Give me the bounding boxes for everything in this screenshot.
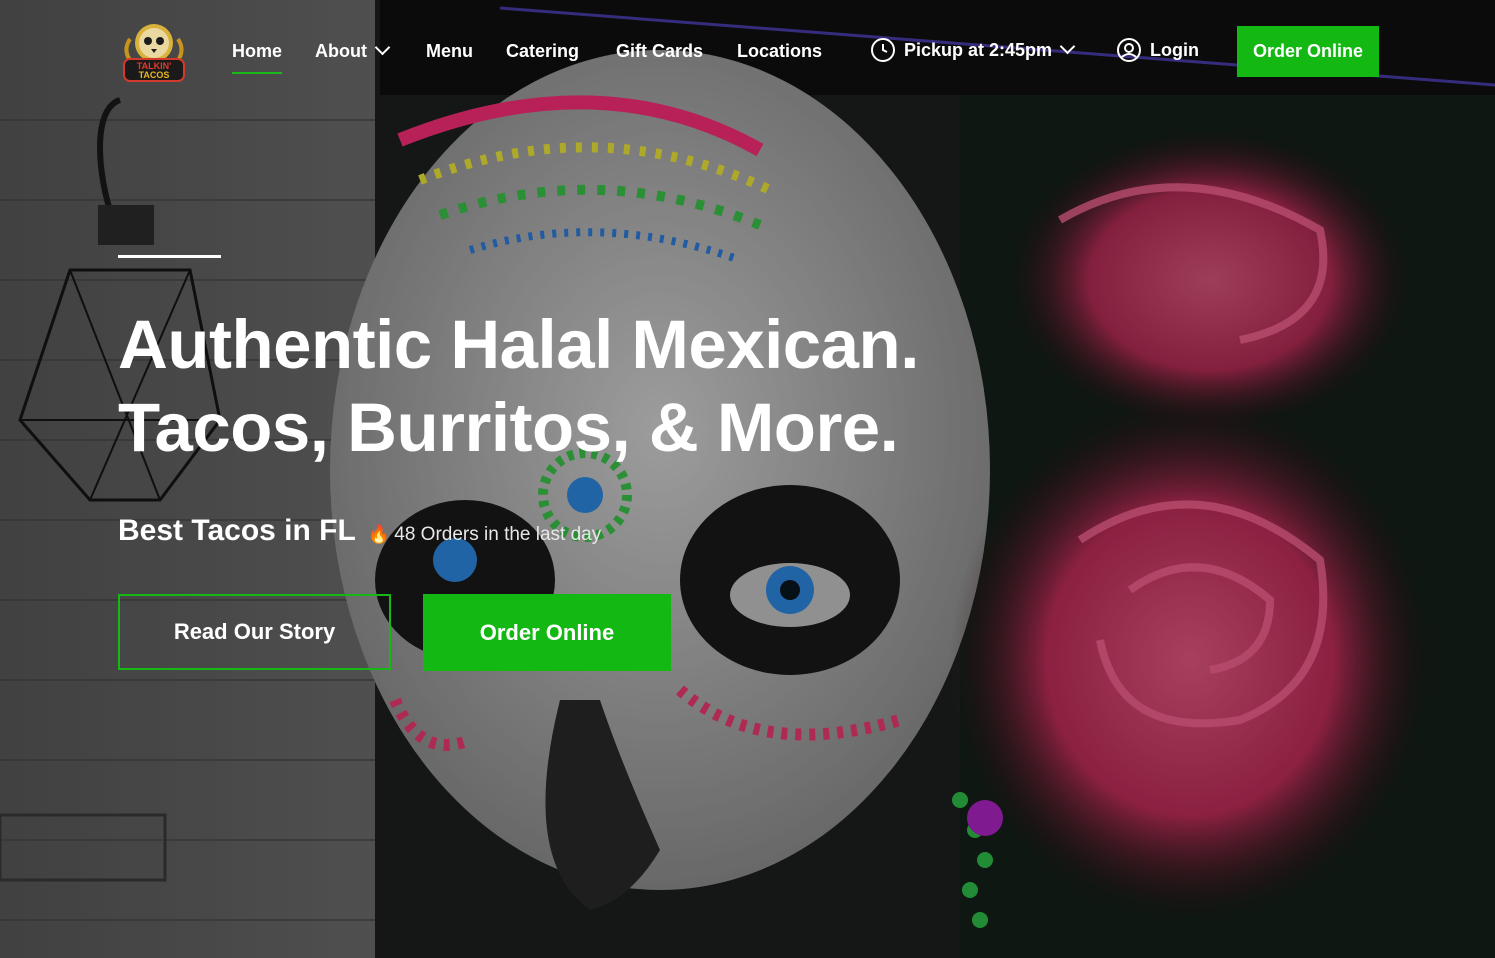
clock-icon [871, 38, 895, 62]
nav-menu[interactable]: Menu [426, 38, 473, 64]
fire-icon: 🔥 [367, 524, 391, 544]
brand-logo[interactable]: TALKIN' TACOS [118, 19, 190, 85]
hero-order-online-button[interactable]: Order Online [423, 594, 671, 671]
hero-accent-line [118, 255, 221, 258]
nav-gift-cards[interactable]: Gift Cards [616, 38, 703, 64]
hero-tagline: Best Tacos in FL [118, 514, 356, 547]
hero-headline-line1: Authentic Halal Mexican. [118, 306, 919, 383]
user-circle-icon [1117, 38, 1141, 62]
skull-logo-icon: TALKIN' TACOS [123, 24, 185, 82]
login-link[interactable]: Login [1117, 38, 1199, 62]
nav-about-label: About [315, 41, 367, 61]
clock-hands [882, 44, 888, 53]
orders-count-text: 48 Orders in the last day [394, 524, 602, 545]
login-label: Login [1150, 39, 1199, 60]
hero-overlay [0, 0, 1495, 958]
user-figure [1121, 43, 1137, 58]
hero-headline-line2: Tacos, Burritos, & More. [118, 389, 899, 466]
hero-headline: Authentic Halal Mexican. Tacos, Burritos… [118, 303, 919, 469]
nav-catering[interactable]: Catering [506, 38, 579, 64]
nav-home[interactable]: Home [232, 38, 283, 74]
hero-subline: Best Tacos in FL 🔥 48 Orders in the last… [118, 514, 601, 548]
nav-locations[interactable]: Locations [737, 38, 822, 64]
read-our-story-button[interactable]: Read Our Story [118, 594, 391, 670]
pickup-time-label: Pickup at 2:45pm [904, 39, 1053, 60]
chevron-down-icon [374, 39, 391, 56]
nav-about[interactable]: About [315, 38, 391, 64]
header-order-online-button[interactable]: Order Online [1237, 26, 1379, 77]
pickup-time-selector[interactable]: Pickup at 2:45pm [871, 38, 1076, 62]
chevron-down-icon [1059, 38, 1076, 54]
svg-text:TACOS: TACOS [139, 70, 170, 80]
